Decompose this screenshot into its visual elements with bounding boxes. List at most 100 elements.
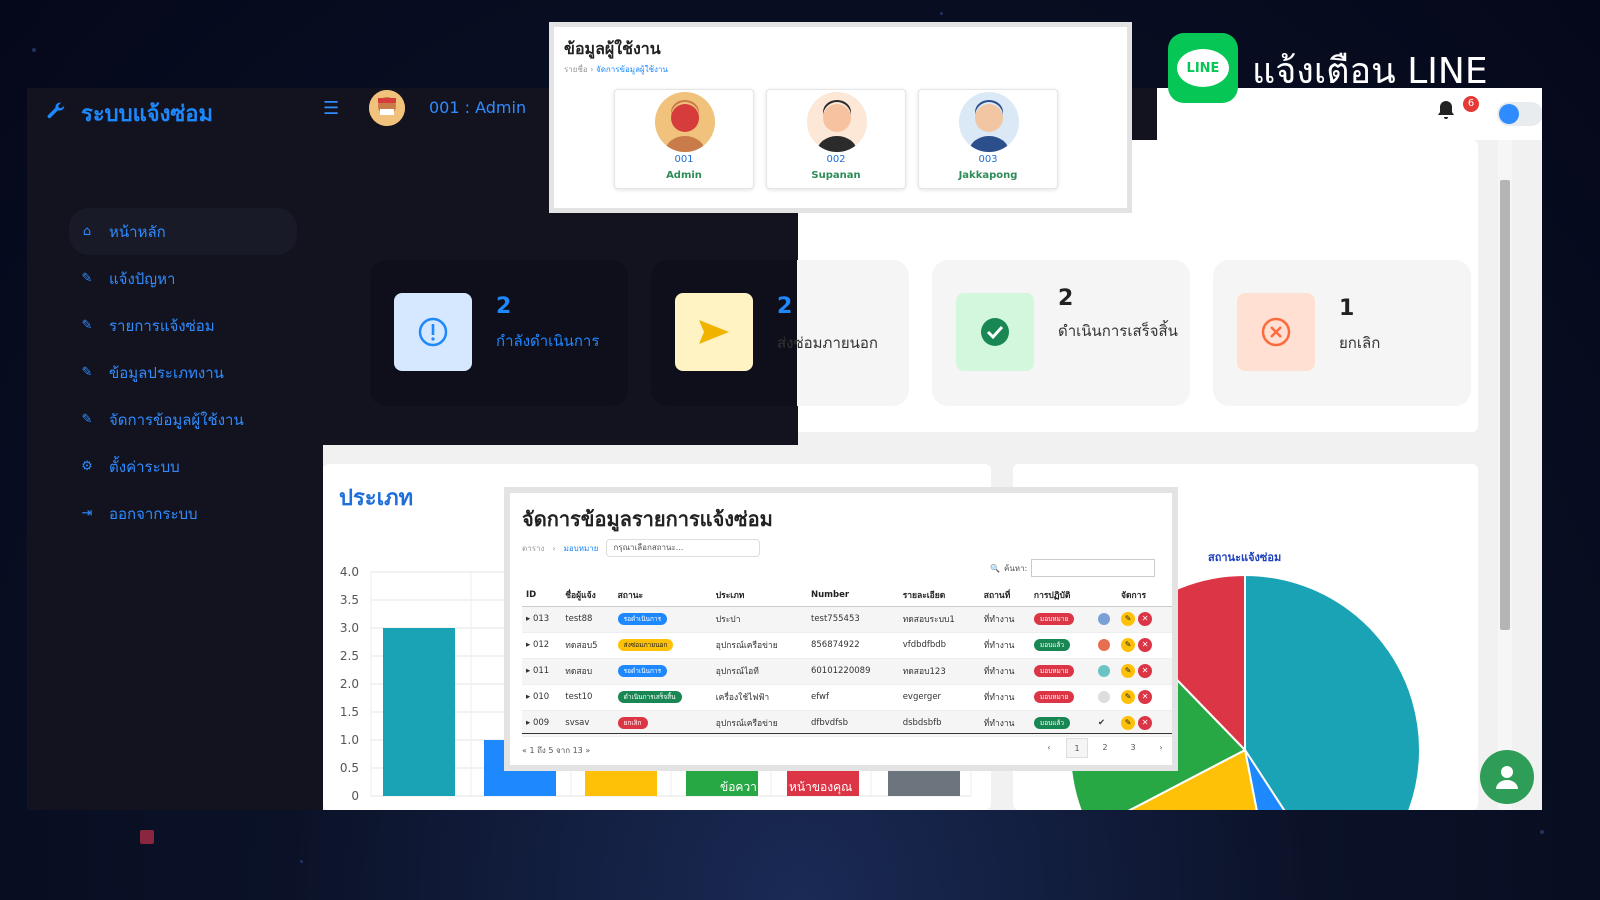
assign-button[interactable]: มอบหมาย [1033,691,1075,703]
sidebar-item[interactable]: ✎ รายการแจ้งซ่อม [69,302,297,349]
delete-icon[interactable]: ✕ [1138,716,1153,730]
cell-detail: evgerger [898,684,980,711]
column-header[interactable] [1093,585,1118,607]
edit-icon[interactable]: ✎ [1121,664,1136,678]
expand-icon[interactable]: ▸ [526,614,533,624]
table-row[interactable]: ▸ 013 test88 รอดำเนินการ ประปา test755453 ทดส… [522,606,1172,633]
delete-icon[interactable]: ✕ [1138,638,1153,652]
assign-button[interactable]: มอบแล้ว [1033,639,1071,651]
sidebar-item[interactable]: ✎ จัดการข้อมูลผู้ใช้งาน [69,396,297,443]
expand-icon[interactable]: ▸ [526,666,533,676]
column-header[interactable]: การปฏิบัติ [1029,585,1094,607]
column-header[interactable]: ประเภท [711,585,807,607]
stat-value: 2 [1058,286,1074,311]
pagination-info-text: 1 ถึง 5 จาก 13 [529,746,583,755]
assign-button[interactable]: มอบหมาย [1033,613,1075,625]
cell-id: 011 [532,666,550,676]
table-row[interactable]: ▸ 012 ทดสอบ5 ส่งซ่อมภายนอก อุปกรณ์เครือข่าย… [522,632,1172,659]
stat-card-in-progress[interactable]: 2 กำลังดำเนินการ [370,260,628,406]
expand-icon[interactable]: ▸ [526,640,533,650]
column-header[interactable]: ID [522,585,562,607]
delete-icon[interactable]: ✕ [1138,664,1153,678]
avatar [807,92,867,152]
cell-detail: ทดสอบ123 [898,658,980,685]
column-header[interactable]: Number [806,585,899,607]
page-3[interactable]: 3 [1122,738,1144,758]
expand-icon[interactable]: ▸ [526,692,533,702]
crumb-home[interactable]: รายชื่อ [564,65,588,74]
expand-icon[interactable]: ▸ [526,718,533,728]
table-row[interactable]: ▸ 010 test10 ดำเนินการเสร็จสิ้น เครื่องใช้ไ… [522,684,1172,711]
logout-icon: ⇥ [81,506,93,521]
status-badge: ดำเนินการเสร็จสิ้น [617,691,682,703]
column-header[interactable]: สถานที่ [979,585,1030,607]
send-icon [675,293,753,371]
line-bubble: LINE [1177,49,1229,87]
scrollbar-thumb[interactable] [1500,180,1510,630]
search-label: ค้นหา: [1003,563,1028,573]
assign-button[interactable]: มอบหมาย [1033,665,1075,677]
cell-type: อุปกรณ์เครือข่าย [711,632,807,659]
bar[interactable] [383,628,455,796]
table-row[interactable]: ▸ 011 ทดสอบ รอดำเนินการ อุปกรณ์ไอที 60101220… [522,658,1172,685]
crumb-home[interactable]: ตาราง [522,542,544,555]
user-label[interactable]: 001 : Admin [429,98,526,117]
sidebar-item[interactable]: ✎ แจ้งปัญหา [69,255,297,302]
search-input[interactable] [1031,559,1156,577]
stat-card-done[interactable]: 2 ดำเนินการเสร็จสิ้น [932,260,1190,406]
delete-icon[interactable]: ✕ [1138,612,1153,626]
toggle-knob [1499,104,1519,124]
prev-page-icon[interactable]: ‹ [1038,738,1060,758]
stat-card-outsourced[interactable]: 2 ส่งซ่อมภายนอก [651,260,909,406]
brand[interactable]: ระบบแจ้งซ่อม [45,96,213,131]
edit-icon[interactable]: ✎ [1121,612,1136,626]
cell-type: อุปกรณ์ไอที [711,658,807,685]
pie-slice[interactable] [1244,573,1421,810]
stat-card-cancelled[interactable]: 1 ยกเลิก [1213,260,1471,406]
page-scrollbar[interactable] [1498,140,1512,810]
cell-detail: ทดสอบระบบ1 [898,606,980,633]
edit-icon[interactable]: ✎ [1121,716,1136,730]
user-fab-button[interactable] [1480,750,1534,804]
bell-icon[interactable] [1437,100,1455,124]
search-icon: 🔍 [990,563,1000,573]
column-header[interactable]: ชื่อผู้แจ้ง [561,585,614,607]
cell-place: ที่ทำงาน [979,684,1030,711]
delete-icon[interactable]: ✕ [1138,690,1153,704]
status-select[interactable]: กรุณาเลือกสถานะ... [606,539,761,557]
table-footer: « 1 ถึง 5 จาก 13 » ‹ 1 2 3 › [522,733,1172,763]
sidebar-item[interactable]: ⚙ ตั้งค่าระบบ [69,443,297,490]
user-card[interactable]: 001 Admin [614,89,754,189]
y-tick-label: 0 [351,789,359,803]
double-chevron-right-icon[interactable]: » [585,746,590,755]
user-card[interactable]: 003 Jakkapong [918,89,1058,189]
breadcrumb-home[interactable]: Home [339,202,383,226]
double-chevron-left-icon[interactable]: « [522,746,527,755]
sidebar-item-label: รายการแจ้งซ่อม [109,316,215,335]
avatar[interactable] [369,90,405,126]
assignee-avatar [1097,639,1110,651]
sidebar-item[interactable]: ⇥ ออกจากระบบ [69,490,297,537]
user-name: Supanan [811,170,861,181]
next-page-icon[interactable]: › [1150,738,1172,758]
column-header[interactable]: รายละเอียด [898,585,980,607]
cell-number: 60101220089 [806,658,899,685]
sidebar-item[interactable]: ⌂ หน้าหลัก [69,208,297,255]
status-badge: รอดำเนินการ [617,613,668,625]
column-header[interactable]: สถานะ [613,585,712,607]
theme-toggle[interactable] [1497,102,1542,126]
page-2[interactable]: 2 [1094,738,1116,758]
column-header[interactable]: จัดการ [1117,585,1172,607]
status-badge: ส่งซ่อมภายนอก [617,639,674,651]
user-id: 003 [978,154,998,165]
cell-place: ที่ทำงาน [979,658,1030,685]
assign-button[interactable]: มอบแล้ว [1033,717,1071,729]
sidebar-item[interactable]: ✎ ข้อมูลประเภทงาน [69,349,297,396]
edit-icon: ✎ [81,412,93,427]
edit-icon[interactable]: ✎ [1121,690,1136,704]
page-1[interactable]: 1 [1066,738,1088,758]
edit-icon[interactable]: ✎ [1121,638,1136,652]
user-card[interactable]: 002 Supanan [766,89,906,189]
menu-toggle-icon[interactable]: ☰ [323,98,339,119]
popup-breadcrumb: ตาราง › มอบหมาย กรุณาเลือกสถานะ... [522,539,761,557]
